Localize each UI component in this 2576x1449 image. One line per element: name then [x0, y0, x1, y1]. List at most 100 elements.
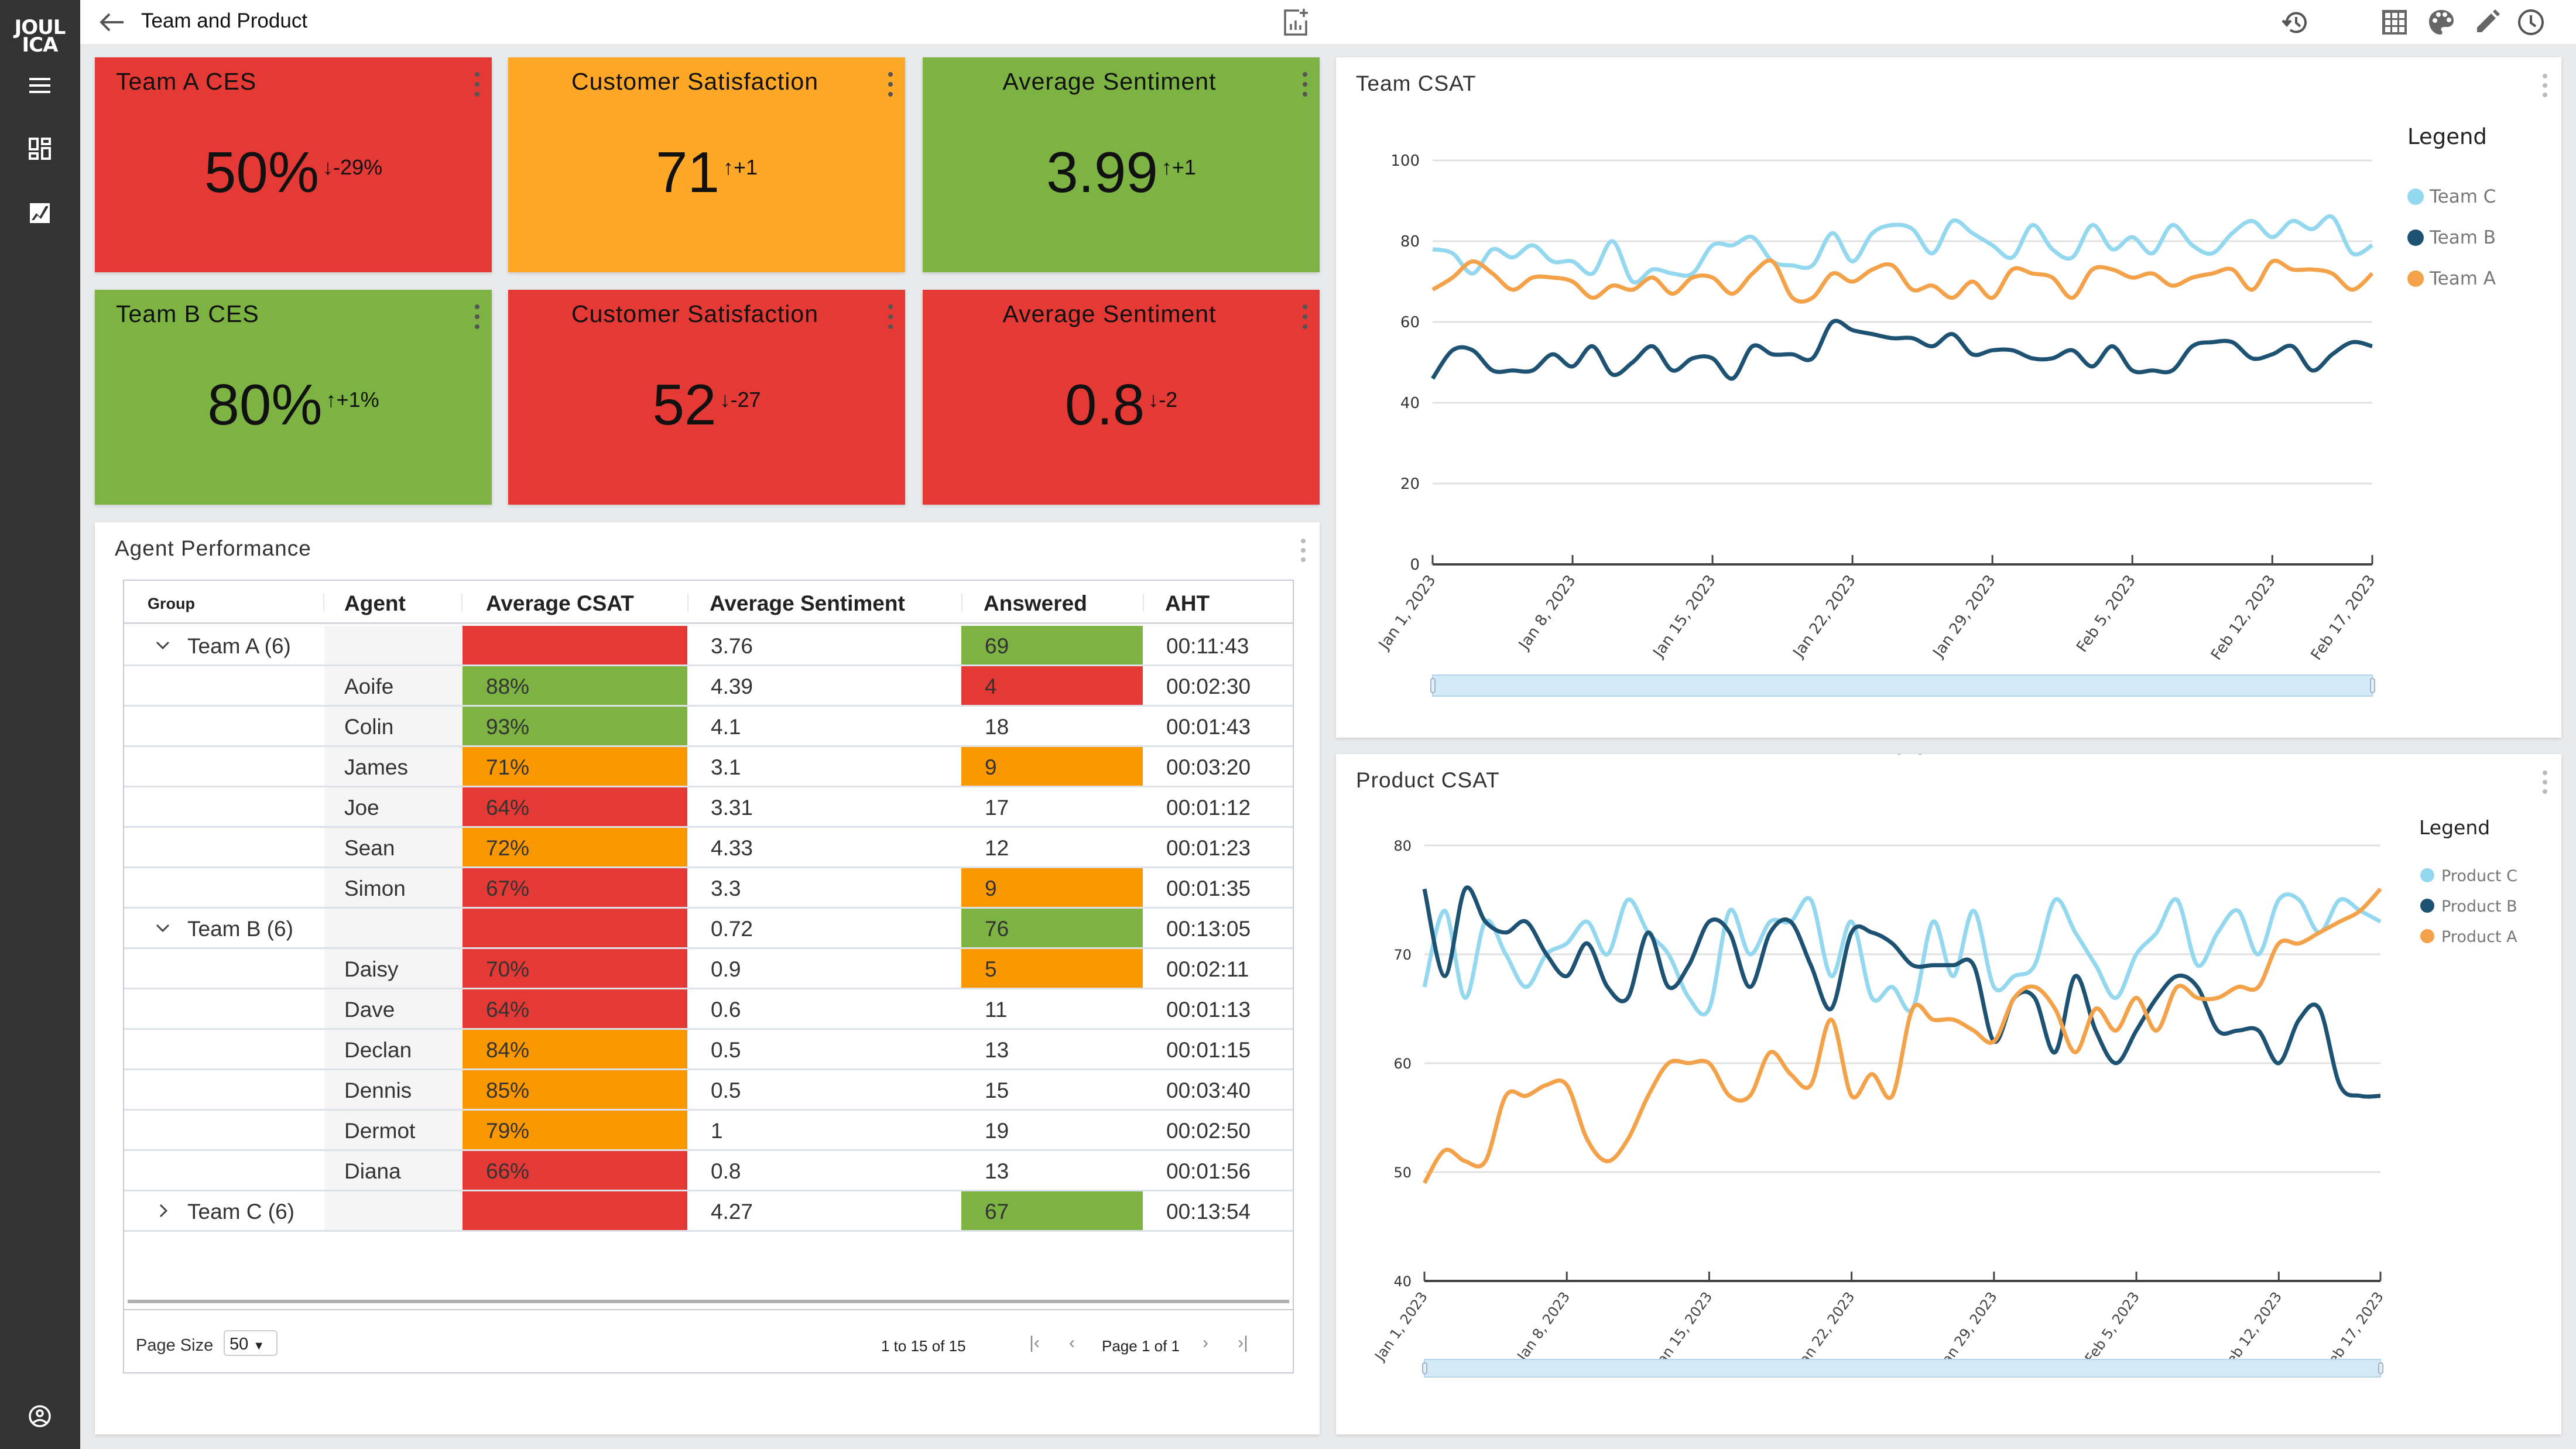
legend-item[interactable]: Team C — [2429, 186, 2496, 207]
column-header-group[interactable]: Group — [148, 595, 195, 613]
legend-marker[interactable] — [2420, 899, 2434, 913]
range-slider-handle-left[interactable] — [1422, 1362, 1427, 1374]
table-row[interactable]: Sean 72% 4.33 12 00:01:23 — [124, 828, 1293, 868]
aht-cell: 00:03:40 — [1166, 1078, 1251, 1102]
group-label: Team B (6) — [187, 917, 293, 941]
chevron-down-icon[interactable] — [152, 631, 173, 660]
more-options-icon[interactable] — [1301, 70, 1309, 98]
legend-item[interactable]: Product C — [2441, 867, 2517, 885]
series-line-product-a[interactable] — [1422, 888, 2382, 1184]
range-slider-handle-left[interactable] — [1430, 678, 1436, 693]
csat-cell: 88% — [463, 666, 687, 705]
csat-cell: 72% — [463, 828, 687, 866]
group-row[interactable]: Team B (6) 0.72 76 00:13:05 — [124, 909, 1293, 949]
series-line-team-a[interactable] — [1431, 258, 2374, 304]
group-row[interactable]: Team C (6) 4.27 67 00:13:54 — [124, 1191, 1293, 1232]
more-options-icon[interactable] — [473, 303, 481, 331]
chevron-down-icon[interactable] — [152, 913, 173, 943]
range-slider[interactable] — [1424, 1359, 2381, 1378]
add-chart-icon[interactable] — [1281, 7, 1311, 37]
table-row[interactable]: Declan 84% 0.5 13 00:01:15 — [124, 1030, 1293, 1070]
last-page-button[interactable]: ›| — [1234, 1331, 1252, 1355]
agent-cell: Dermot — [324, 1111, 463, 1149]
account-icon[interactable] — [26, 1402, 54, 1430]
kpi-card[interactable]: Team B CES 80% ↑+1% — [95, 290, 492, 505]
horizontal-scrollbar[interactable] — [128, 1300, 1289, 1303]
sentiment-cell: 0.5 — [711, 1078, 741, 1102]
legend-item[interactable]: Team A — [2429, 268, 2496, 289]
table-row[interactable]: Aoife 88% 4.39 4 00:02:30 — [124, 666, 1293, 707]
product-csat-chart: 4050607080Jan 1, 2023 Jan 8, 2023 Jan 15, … — [1371, 754, 2517, 1378]
more-options-icon[interactable] — [473, 70, 481, 98]
table-row[interactable]: Simon 67% 3.3 9 00:01:35 — [124, 868, 1293, 909]
table-row[interactable]: Diana 66% 0.8 13 00:01:56 — [124, 1151, 1293, 1191]
series-line-product-b[interactable] — [1422, 885, 2381, 1099]
clock-icon[interactable] — [2516, 7, 2546, 37]
table-row[interactable]: Dermot 79% 1 19 00:02:50 — [124, 1111, 1293, 1151]
agent-performance-grid: Group Agent Average CSAT Average Sentime… — [123, 580, 1294, 1373]
menu-icon[interactable] — [26, 71, 54, 100]
legend-item[interactable]: Team B — [2429, 227, 2496, 248]
aht-cell: 00:01:13 — [1166, 998, 1251, 1022]
report-icon[interactable] — [26, 199, 54, 227]
kpi-card[interactable]: Average Sentiment 0.8 ↓-2 — [923, 290, 1320, 505]
next-page-button[interactable]: › — [1197, 1331, 1214, 1355]
legend-item[interactable]: Product A — [2441, 928, 2517, 946]
range-slider-handle-right[interactable] — [2378, 1362, 2383, 1374]
dashboard-icon[interactable] — [26, 135, 54, 163]
legend-marker[interactable] — [2407, 189, 2424, 205]
series-line-team-c[interactable] — [1432, 214, 2373, 285]
joulica-logo[interactable]: JOUL ICA — [11, 18, 69, 55]
x-tick-label: Feb 12, 2023 — [2208, 572, 2279, 664]
column-header-answered[interactable]: Answered — [984, 591, 1087, 616]
csat-cell: 84% — [463, 1030, 687, 1068]
legend-item[interactable]: Product B — [2441, 898, 2517, 916]
first-page-button[interactable]: |‹ — [1026, 1331, 1043, 1355]
more-options-icon[interactable] — [886, 303, 895, 331]
table-row[interactable]: Dennis 85% 0.5 15 00:03:40 — [124, 1070, 1293, 1111]
legend-title: Legend — [2407, 124, 2487, 149]
kpi-card[interactable]: Customer Satisfaction 52 ↓-27 — [508, 290, 905, 505]
kpi-card[interactable]: Customer Satisfaction 71 ↑+1 — [508, 57, 905, 272]
kpi-delta: ↑+1 — [1161, 155, 1196, 179]
table-row[interactable]: Dave 64% 0.6 11 00:01:13 — [124, 989, 1293, 1030]
table-row[interactable]: Colin 93% 4.1 18 00:01:43 — [124, 707, 1293, 747]
group-cell — [124, 868, 324, 907]
palette-icon[interactable] — [2426, 7, 2457, 37]
column-header-average-csat[interactable]: Average CSAT — [486, 591, 634, 616]
previous-page-button[interactable]: ‹ — [1063, 1331, 1081, 1355]
csat-cell: 79% — [463, 1111, 687, 1149]
legend-marker[interactable] — [2420, 929, 2434, 943]
page-size-select[interactable]: 50 ▼ — [224, 1330, 278, 1356]
table-row[interactable]: Daisy 70% 0.9 5 00:02:11 — [124, 949, 1293, 989]
grid-icon[interactable] — [2379, 7, 2410, 37]
table-row[interactable]: James 71% 3.1 9 00:03:20 — [124, 747, 1293, 787]
legend-marker[interactable] — [2420, 868, 2434, 882]
sentiment-cell: 4.27 — [711, 1200, 753, 1224]
more-options-icon[interactable] — [1300, 537, 1307, 563]
sentiment-cell: 0.6 — [711, 998, 741, 1022]
agent-cell: Dennis — [324, 1070, 463, 1109]
back-arrow-icon[interactable] — [98, 9, 126, 35]
table-row[interactable]: Joe 64% 3.31 17 00:01:12 — [124, 787, 1293, 828]
group-cell — [124, 1151, 324, 1190]
legend-marker[interactable] — [2407, 229, 2424, 246]
y-tick-label: 80 — [1393, 838, 1412, 854]
range-slider-handle-right[interactable] — [2370, 678, 2375, 693]
more-options-icon[interactable] — [886, 70, 895, 98]
edit-icon[interactable] — [2472, 7, 2502, 37]
group-row[interactable]: Team A (6) 3.76 69 00:11:43 — [124, 626, 1293, 666]
history-icon[interactable] — [2280, 7, 2311, 37]
chevron-right-icon[interactable] — [152, 1196, 173, 1225]
legend-marker[interactable] — [2407, 270, 2424, 287]
range-slider[interactable] — [1432, 674, 2373, 697]
agent-cell: Simon — [324, 868, 463, 907]
more-options-icon[interactable] — [1301, 303, 1309, 331]
column-header-average-sentiment[interactable]: Average Sentiment — [710, 591, 905, 616]
kpi-card[interactable]: Team A CES 50% ↓-29% — [95, 57, 492, 272]
kpi-card[interactable]: Average Sentiment 3.99 ↑+1 — [923, 57, 1320, 272]
column-header-agent[interactable]: Agent — [344, 591, 406, 616]
series-line-team-b[interactable] — [1431, 318, 2373, 381]
column-header-aht[interactable]: AHT — [1165, 591, 1210, 616]
x-tick-label: Jan 29, 2023 — [1929, 572, 1999, 662]
